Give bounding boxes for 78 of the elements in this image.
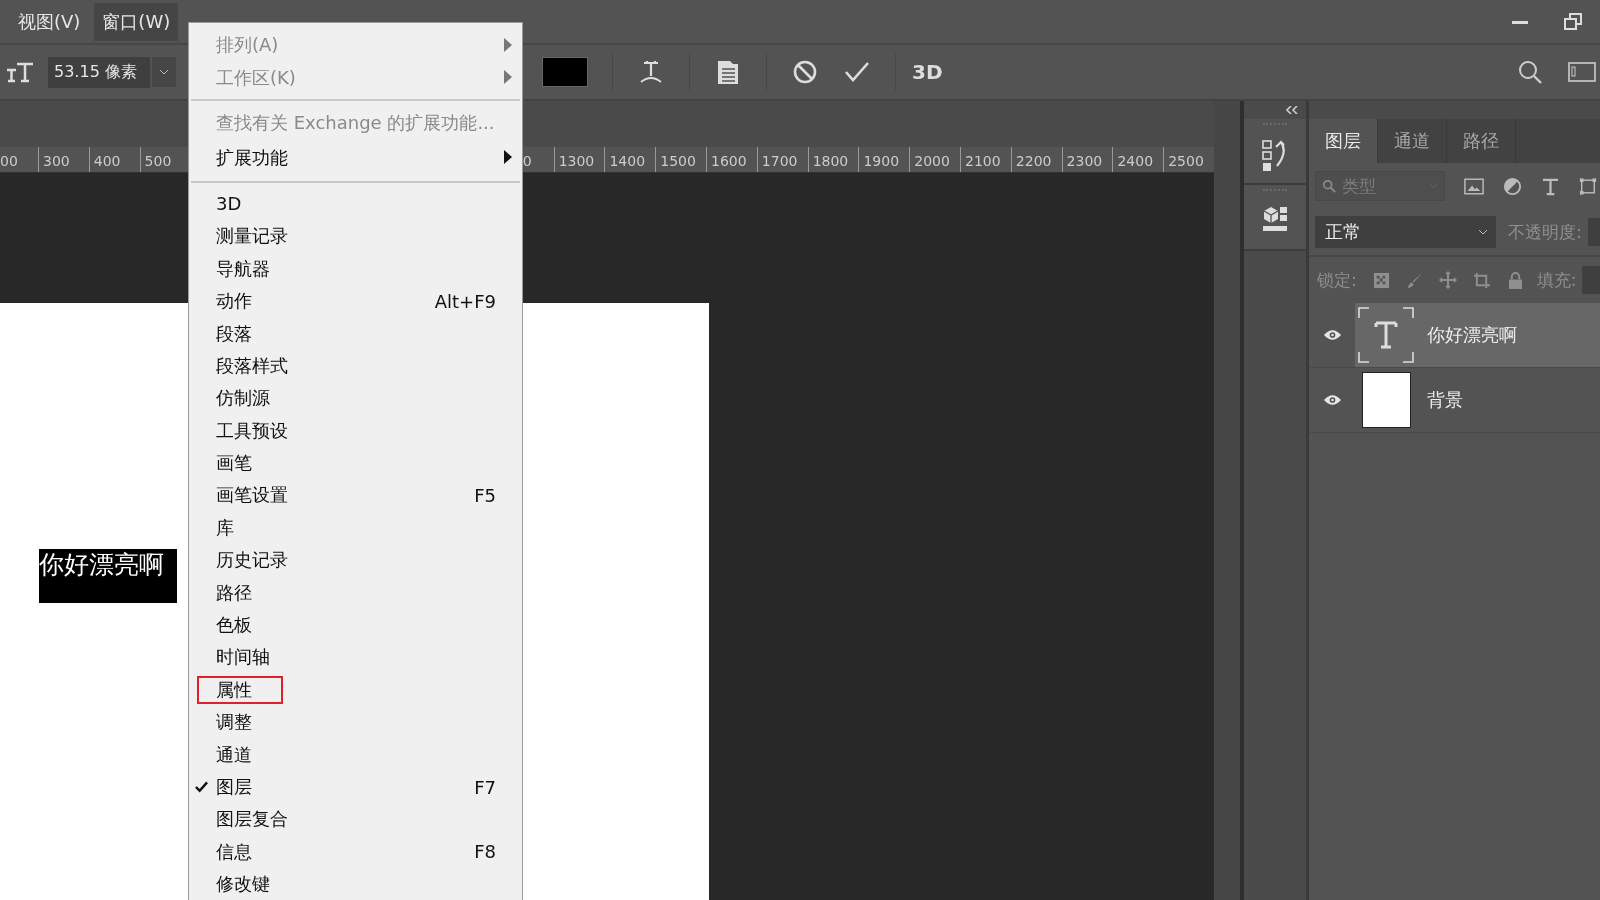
3d-cube-icon[interactable] [1262, 205, 1288, 233]
eye-icon[interactable] [1322, 329, 1342, 341]
menu-item[interactable]: 段落样式 [189, 349, 522, 383]
ruler-label: 1300 [553, 147, 605, 172]
menu-item[interactable]: 段落 [189, 317, 522, 350]
lock-pixels-icon[interactable] [1372, 271, 1390, 289]
layer-name: 背景 [1427, 388, 1463, 412]
menu-bar-item[interactable]: 窗口(W) [94, 2, 179, 41]
menu-item[interactable]: 工具预设 [189, 414, 522, 447]
lock-label: 锁定: [1317, 268, 1357, 292]
ruler-label: 2300 [1061, 147, 1113, 172]
ruler-label: 1500 [655, 147, 707, 172]
menu-item[interactable]: 历史记录 [189, 544, 522, 577]
menu-item[interactable]: 动作 Alt+F9 [189, 284, 522, 318]
ruler-label: 2400 [1112, 147, 1164, 172]
menu-item[interactable]: 3D [189, 187, 522, 221]
text-layer-thumbnail [1357, 306, 1415, 364]
3d-button[interactable]: 3D [908, 58, 947, 86]
cancel-icon[interactable] [791, 58, 819, 86]
color-swatch[interactable] [542, 57, 588, 87]
opacity-label: 不透明度: [1508, 220, 1582, 244]
ruler-label: 1900 [858, 147, 910, 172]
ruler-label: 2000 [909, 147, 960, 172]
eye-icon[interactable] [1322, 394, 1342, 406]
fill-label: 填充: [1536, 268, 1577, 292]
menu-item[interactable]: 测量记录 [189, 220, 522, 253]
menu-item[interactable]: 路径 [189, 576, 522, 609]
crop-icon[interactable] [1472, 271, 1492, 289]
menu-item[interactable]: 扩展功能 [189, 140, 522, 176]
menu-item[interactable]: 仿制源 [189, 382, 522, 415]
ruler-label: 0 [521, 152, 533, 171]
ruler-label: 300 [38, 147, 89, 172]
text-size-icon [5, 60, 35, 84]
search-icon [1322, 179, 1336, 193]
layer-row[interactable]: 你好漂亮啊 [1355, 303, 1600, 367]
lock-icon[interactable] [1507, 271, 1523, 289]
move-icon[interactable] [1438, 271, 1457, 289]
ruler-label: 400 [88, 147, 140, 172]
menu-item[interactable]: 画笔 [189, 446, 522, 480]
type-filter-icon[interactable] [1541, 176, 1560, 196]
search-icon[interactable] [1516, 58, 1544, 86]
menu-item[interactable]: 信息 F8 [189, 835, 522, 868]
menu-bar-item[interactable]: 视图(V) [10, 2, 89, 41]
menu-item[interactable]: 图层 F7 [189, 770, 522, 804]
caret-icon [1478, 229, 1488, 235]
adjustment-filter-icon[interactable] [1503, 176, 1522, 196]
ruler-label: 1400 [604, 147, 656, 172]
shape-filter-icon[interactable] [1579, 176, 1597, 196]
image-filter-icon[interactable] [1464, 177, 1484, 195]
restore-icon[interactable] [1562, 11, 1584, 32]
menu-item[interactable]: 时间轴 [189, 641, 522, 674]
menu-item[interactable]: 调整 [189, 706, 522, 739]
brush-icon[interactable] [1405, 271, 1423, 289]
menu-item[interactable]: 色板 [189, 608, 522, 642]
canvas-text: 你好漂亮啊 [39, 549, 177, 603]
ruler-label: 1600 [706, 147, 757, 172]
ruler-label: 2200 [1010, 147, 1062, 172]
menu-item[interactable]: 图层复合 [189, 803, 522, 836]
collapse-icon[interactable] [1286, 106, 1298, 114]
menu-item[interactable]: 库 [189, 511, 522, 545]
workspace-icon[interactable] [1568, 61, 1596, 83]
blend-mode-select[interactable]: 正常 [1315, 216, 1496, 248]
caret-icon [159, 69, 169, 75]
menu-item[interactable]: 画笔设置 F5 [189, 479, 522, 512]
layer-thumbnail [1362, 372, 1411, 428]
font-size-field[interactable]: 53.15 像素 [48, 56, 150, 88]
menu-item[interactable]: 修改键 [189, 868, 522, 900]
menu-item[interactable]: 导航器 [189, 252, 522, 285]
menu-item[interactable]: 通道 [189, 738, 522, 771]
ruler-label: 2100 [960, 147, 1011, 172]
panel-tab[interactable]: 图层 [1309, 119, 1378, 163]
ruler-label: 00 [0, 152, 19, 171]
ruler-label: 1800 [807, 147, 859, 172]
history-icon[interactable] [1262, 139, 1288, 173]
menu-item[interactable]: 属性 [189, 673, 522, 707]
layer-name: 你好漂亮啊 [1427, 323, 1517, 347]
ruler-label: 1700 [756, 147, 808, 172]
layer-row[interactable]: 背景 [1355, 368, 1600, 432]
